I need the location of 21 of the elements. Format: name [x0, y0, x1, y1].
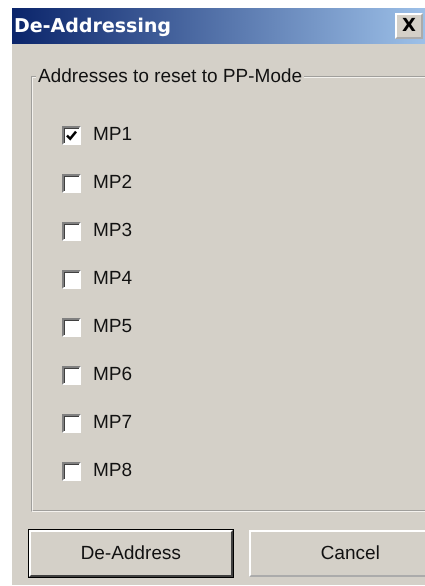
checkbox-label[interactable]: MP2	[93, 172, 132, 194]
window-title: De-Addressing	[14, 15, 172, 37]
checkbox[interactable]	[62, 318, 81, 336]
checkbox[interactable]	[62, 366, 81, 384]
checkbox[interactable]	[62, 270, 81, 288]
checkbox[interactable]	[62, 174, 81, 192]
checkbox[interactable]	[62, 222, 81, 240]
checkbox-label[interactable]: MP4	[93, 268, 132, 290]
checkbox[interactable]	[62, 414, 81, 432]
checkbox-label[interactable]: MP7	[93, 412, 132, 434]
dialog-button[interactable]: De-Address	[29, 530, 232, 577]
checkbox-label[interactable]: MP6	[93, 364, 132, 386]
close-button[interactable]: X	[395, 13, 423, 39]
checkbox[interactable]	[62, 126, 81, 144]
checkmark-icon	[65, 128, 78, 142]
checkbox-label[interactable]: MP3	[93, 220, 132, 242]
checkbox-label[interactable]: MP5	[93, 316, 132, 338]
checkbox-label[interactable]: MP1	[93, 124, 132, 146]
checkbox[interactable]	[62, 462, 81, 480]
dialog-button[interactable]: Cancel	[248, 530, 425, 577]
checkbox-label[interactable]: MP8	[93, 460, 132, 482]
